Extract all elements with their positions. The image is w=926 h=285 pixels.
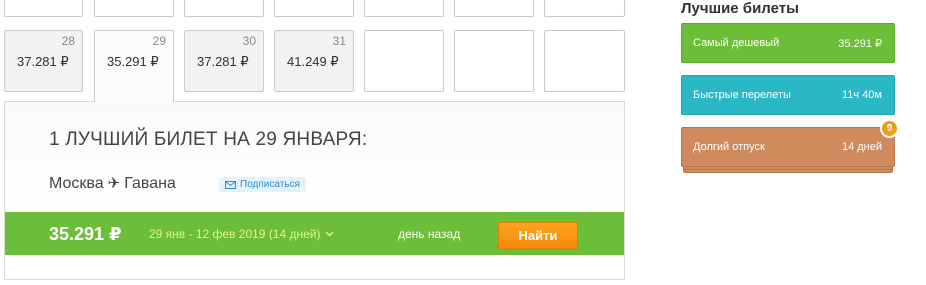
best-card-fastest[interactable]: Быстрые перелеты 11ч 40м (681, 75, 895, 115)
calendar-cell[interactable] (544, 30, 625, 92)
calendar-cell[interactable] (364, 30, 444, 92)
best-card-cheapest[interactable]: Самый дешевый 35.291 ₽ (681, 23, 895, 63)
best-card-value: 11ч 40м (841, 89, 882, 101)
offer-panel: 1 ЛУЧШИЙ БИЛЕТ НА 29 ЯНВАРЯ: Москва ✈ Гава… (4, 101, 625, 280)
calendar-cell[interactable] (274, 0, 354, 17)
find-button[interactable]: Найти (498, 222, 578, 249)
offer-price: 35.291 ₽ (49, 224, 122, 244)
count-badge: 9 (880, 119, 899, 138)
calendar-cell[interactable] (454, 30, 534, 92)
calendar-price: 37.281 ₽ (197, 54, 249, 69)
envelope-icon (225, 180, 236, 189)
best-card-label: Быстрые перелеты (693, 89, 791, 101)
subscribe-label: Подписаться (240, 179, 300, 190)
calendar-day: 28 (61, 34, 75, 48)
best-card-value: 35.291 ₽ (838, 38, 882, 50)
best-card-value: 14 дней (841, 141, 882, 153)
calendar-day: 30 (242, 34, 256, 48)
best-tickets-title: Лучшие билеты (681, 0, 799, 17)
subscribe-button[interactable]: Подписаться (219, 177, 306, 192)
calendar-day: 31 (332, 34, 346, 48)
route: Москва ✈ Гавана (49, 174, 176, 193)
calendar-cell[interactable] (454, 0, 534, 17)
offer-dates-label: 29 янв - 12 фев 2019 (14 дней) (149, 227, 321, 241)
route-from: Москва (49, 175, 104, 192)
calendar-cell[interactable] (184, 0, 264, 17)
route-to: Гавана (124, 175, 176, 192)
offer-age: день назад (398, 227, 461, 241)
offer-header: 1 ЛУЧШИЙ БИЛЕТ НА 29 ЯНВАРЯ: Москва ✈ Гава… (5, 102, 624, 212)
offer-dates[interactable]: 29 янв - 12 фев 2019 (14 дней) (149, 227, 334, 241)
calendar-cell[interactable] (4, 0, 83, 17)
calendar-cell[interactable] (94, 0, 174, 17)
calendar-cell-30[interactable]: 30 37.281 ₽ (184, 30, 264, 92)
best-card-label: Самый дешевый (693, 37, 780, 49)
offer-title: 1 ЛУЧШИЙ БИЛЕТ НА 29 ЯНВАРЯ: (49, 129, 368, 150)
calendar-cell[interactable] (544, 0, 625, 17)
calendar-cell-31[interactable]: 31 41.249 ₽ (274, 30, 354, 92)
best-card-label: Долгий отпуск (693, 141, 765, 153)
calendar-price: 37.281 ₽ (17, 54, 69, 69)
chevron-down-icon (325, 231, 333, 237)
calendar-cell-29[interactable]: 29 35.291 ₽ (94, 30, 174, 102)
price-bar: 35.291 ₽ 29 янв - 12 фев 2019 (14 дней) … (5, 212, 624, 255)
plane-icon: ✈ (107, 174, 121, 192)
calendar-day: 29 (152, 34, 166, 48)
calendar-cell[interactable] (364, 0, 444, 17)
calendar-price: 35.291 ₽ (107, 54, 159, 69)
calendar-price: 41.249 ₽ (287, 54, 339, 69)
calendar-cell-28[interactable]: 28 37.281 ₽ (4, 30, 83, 92)
best-card-long-vacation[interactable]: Долгий отпуск 14 дней (681, 127, 895, 167)
